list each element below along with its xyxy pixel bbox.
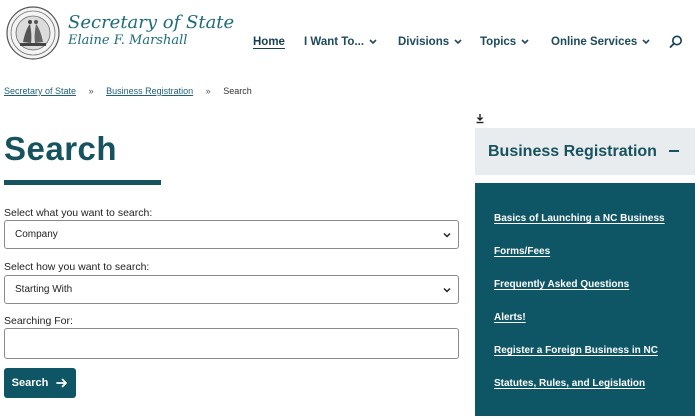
search-method-select[interactable]: Starting With <box>4 275 459 304</box>
brand[interactable]: Secretary of State Elaine F. Marshall <box>68 12 235 49</box>
search-method-label: Select how you want to search: <box>4 261 150 273</box>
select-value: Starting With <box>15 284 73 295</box>
nav-divisions[interactable]: Divisions <box>398 36 462 48</box>
chevron-down-icon <box>521 39 529 45</box>
minus-icon[interactable] <box>669 150 679 152</box>
search-type-select[interactable]: Company <box>4 220 459 249</box>
title-underline <box>4 180 161 185</box>
sidebar-header[interactable]: Business Registration <box>475 128 695 175</box>
sidebar-link-basics[interactable]: Basics of Launching a NC Business <box>494 213 665 224</box>
search-input[interactable] <box>4 328 459 359</box>
nav-label: Divisions <box>398 36 450 48</box>
sidebar-link-faq[interactable]: Frequently Asked Questions <box>494 279 629 290</box>
nav-label: Home <box>253 36 285 48</box>
sidebar-link-statutes[interactable]: Statutes, Rules, and Legislation <box>494 378 645 389</box>
breadcrumb: Secretary of State » Business Registrati… <box>4 86 252 96</box>
sidebar-link-foreign-business[interactable]: Register a Foreign Business in NC <box>494 345 658 356</box>
search-icon[interactable] <box>668 34 684 50</box>
breadcrumb-link-business-registration[interactable]: Business Registration <box>106 86 193 96</box>
chevron-down-icon <box>443 287 451 293</box>
site-title: Secretary of State <box>68 12 235 33</box>
search-type-label: Select what you want to search: <box>4 207 153 219</box>
site-subtitle: Elaine F. Marshall <box>68 33 188 48</box>
chevron-down-icon <box>642 39 650 45</box>
breadcrumb-separator: » <box>88 86 94 96</box>
sidebar-link-forms-fees[interactable]: Forms/Fees <box>494 246 550 257</box>
nav-home[interactable]: Home <box>253 36 285 48</box>
arrow-right-icon <box>56 378 68 388</box>
chevron-down-icon <box>454 39 462 45</box>
nav-i-want-to[interactable]: I Want To... <box>304 36 377 48</box>
sidebar-title: Business Registration <box>488 142 657 160</box>
chevron-down-icon <box>443 232 451 238</box>
searching-for-label: Searching For: <box>4 315 73 327</box>
nav-topics[interactable]: Topics <box>480 36 529 48</box>
nav-label: Online Services <box>551 36 638 48</box>
sidebar-link-alerts[interactable]: Alerts! <box>494 312 526 323</box>
state-seal-icon[interactable] <box>6 6 60 60</box>
breadcrumb-link-home[interactable]: Secretary of State <box>4 86 76 96</box>
nav-label: I Want To... <box>304 36 365 48</box>
breadcrumb-separator: » <box>205 86 211 96</box>
breadcrumb-current: Search <box>223 86 252 96</box>
chevron-down-icon <box>369 39 377 45</box>
sidebar-links-panel: Basics of Launching a NC Business Forms/… <box>475 183 695 416</box>
nav-label: Topics <box>480 36 517 48</box>
site-header: Secretary of State Elaine F. Marshall Ho… <box>0 0 700 70</box>
nav-online-services[interactable]: Online Services <box>551 36 650 48</box>
page-title: Search <box>4 130 118 167</box>
search-button[interactable]: Search <box>4 368 76 398</box>
select-value: Company <box>15 229 58 240</box>
search-button-label: Search <box>11 377 49 389</box>
download-icon[interactable] <box>475 113 485 124</box>
